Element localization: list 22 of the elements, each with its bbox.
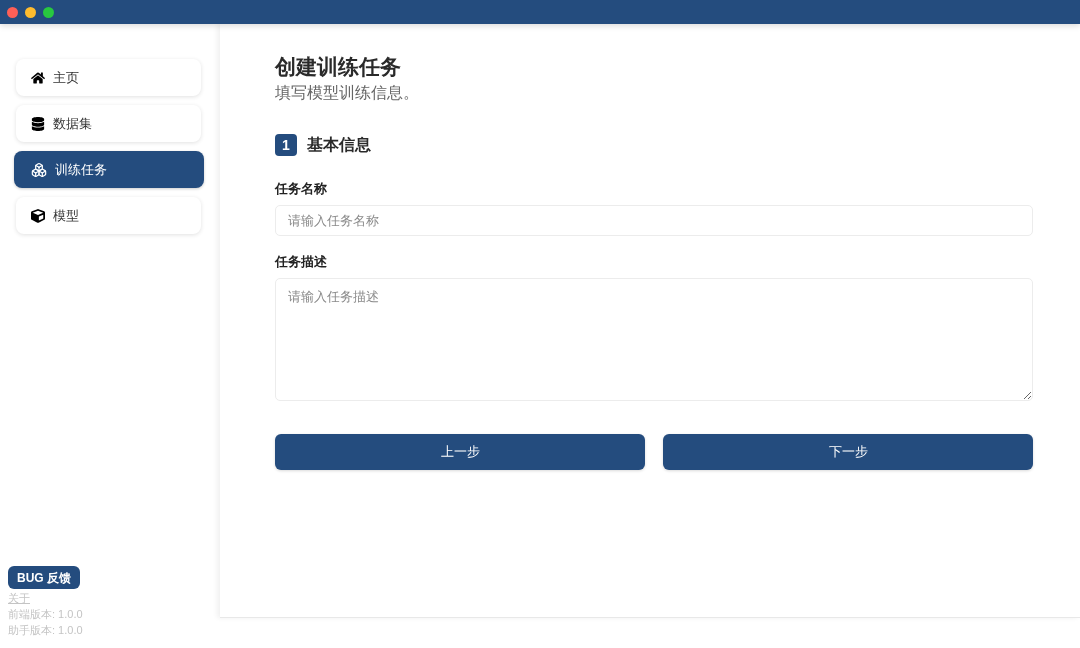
nav-item[interactable]: 模型 bbox=[16, 197, 201, 234]
previous-step-button[interactable]: 上一步 bbox=[275, 434, 645, 470]
task-description-textarea[interactable]: 请输入任务描述 bbox=[275, 278, 1033, 401]
database-icon bbox=[31, 116, 45, 131]
bug-feedback-button[interactable]: BUG 反馈 bbox=[8, 566, 80, 589]
next-step-button[interactable]: 下一步 bbox=[663, 434, 1033, 470]
page-subtitle: 填写模型训练信息。 bbox=[275, 83, 419, 103]
page-title: 创建训练任务 bbox=[275, 54, 402, 80]
step-number: 1 bbox=[275, 134, 297, 156]
step-title: 基本信息 bbox=[307, 135, 371, 155]
close-icon[interactable] bbox=[7, 6, 18, 18]
nav-item[interactable]: 训练任务 bbox=[14, 151, 204, 188]
field-label: 任务名称 bbox=[275, 180, 328, 198]
task-name-input[interactable]: 请输入任务名称 bbox=[275, 205, 1033, 236]
house-icon bbox=[31, 70, 45, 85]
nav-item[interactable]: 数据集 bbox=[16, 105, 201, 142]
zoom-icon[interactable] bbox=[43, 6, 54, 18]
minimize-icon[interactable] bbox=[25, 6, 36, 18]
cube-icon bbox=[31, 208, 45, 223]
boxes-icon bbox=[31, 161, 47, 178]
nav-item[interactable]: 主页 bbox=[16, 59, 201, 96]
field-label: 任务描述 bbox=[275, 253, 328, 271]
